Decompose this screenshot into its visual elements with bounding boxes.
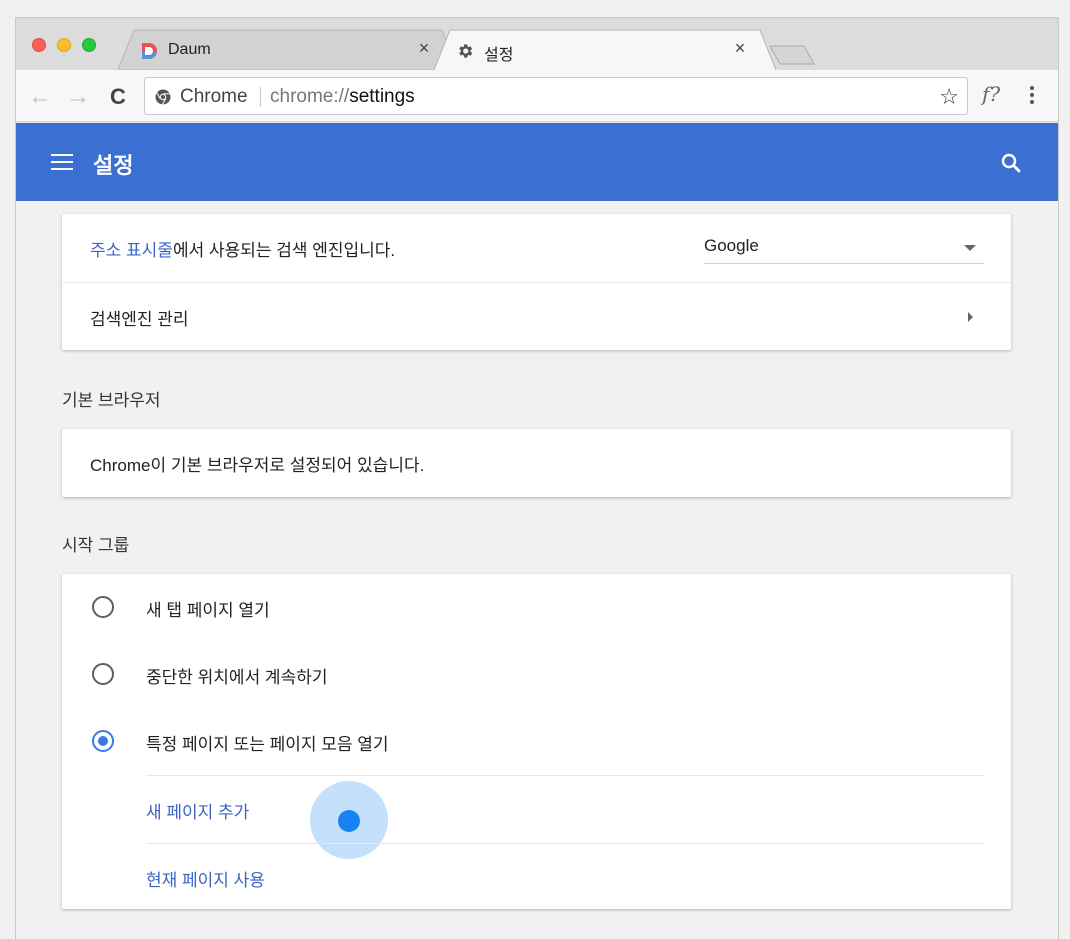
use-current-pages-link[interactable]: 현재 페이지 사용 <box>146 866 265 891</box>
search-engine-description-rest: 에서 사용되는 검색 엔진입니다. <box>172 241 396 260</box>
bookmark-star-icon[interactable]: ☆ <box>939 84 959 110</box>
radio-button[interactable] <box>92 663 114 685</box>
tab-settings[interactable]: 설정 × <box>434 29 776 70</box>
back-button[interactable]: ← <box>27 84 53 110</box>
tab-title: Daum <box>168 41 211 58</box>
new-tab-button[interactable] <box>768 42 816 66</box>
url-text: chrome://settings <box>270 86 415 108</box>
chrome-icon <box>155 89 171 105</box>
startup-option-continue[interactable]: 중단한 위치에서 계속하기 <box>62 641 1011 708</box>
search-engine-row: 주소 표시줄에서 사용되는 검색 엔진입니다. Google <box>62 214 1011 282</box>
page-title: 설정 <box>93 153 134 178</box>
default-browser-row: Chrome이 기본 브라우저로 설정되어 있습니다. <box>62 429 1011 497</box>
manage-search-engines-label: 검색엔진 관리 <box>90 310 189 329</box>
default-browser-card: Chrome이 기본 브라우저로 설정되어 있습니다. <box>62 429 1011 497</box>
tab-close-icon[interactable]: × <box>730 38 750 59</box>
radio-button-checked[interactable] <box>92 730 114 752</box>
click-indicator <box>338 810 360 832</box>
startup-option-new-tab[interactable]: 새 탭 페이지 열기 <box>62 574 1011 641</box>
dropdown-arrow-icon <box>964 245 976 251</box>
tab-title: 설정 <box>484 47 514 64</box>
settings-header: 설정 <box>16 123 1058 201</box>
minimize-window-button[interactable] <box>57 38 71 52</box>
add-new-page-row[interactable]: 새 페이지 추가 <box>146 775 984 859</box>
gear-icon <box>459 44 473 58</box>
radio-button[interactable] <box>92 596 114 618</box>
startup-heading: 시작 그룹 <box>62 536 130 555</box>
omnibox-separator <box>260 87 261 107</box>
address-bar[interactable]: Chrome chrome://settings ☆ <box>144 77 968 115</box>
startup-option-specific-pages[interactable]: 특정 페이지 또는 페이지 모음 열기 <box>62 708 1011 775</box>
radio-label: 새 탭 페이지 열기 <box>146 601 270 620</box>
chevron-right-icon <box>968 312 973 322</box>
address-bar-link[interactable]: 주소 표시줄 <box>90 241 173 260</box>
browser-window: Daum × 설정 × ← → C Chrome chrome://settin… <box>15 17 1059 939</box>
close-window-button[interactable] <box>32 38 46 52</box>
chrome-menu-button[interactable] <box>1026 83 1038 109</box>
daum-favicon-icon <box>142 43 157 59</box>
browser-toolbar: ← → C Chrome chrome://settings ☆ f? <box>16 70 1058 122</box>
url-host: settings <box>349 86 415 107</box>
startup-card: 새 탭 페이지 열기 중단한 위치에서 계속하기 특정 페이지 또는 페이지 모… <box>62 574 1011 909</box>
add-new-page-link[interactable]: 새 페이지 추가 <box>146 798 249 823</box>
default-browser-heading: 기본 브라우저 <box>62 391 161 410</box>
url-scheme: chrome:// <box>270 86 350 107</box>
tab-close-icon[interactable]: × <box>414 38 434 59</box>
default-browser-status: Chrome이 기본 브라우저로 설정되어 있습니다. <box>90 456 425 475</box>
forward-button[interactable]: → <box>65 84 91 110</box>
reload-button[interactable]: C <box>105 84 131 110</box>
tab-strip: Daum × 설정 × <box>16 18 1058 70</box>
search-engine-value: Google <box>704 236 759 255</box>
site-name: Chrome <box>180 86 248 107</box>
menu-icon[interactable] <box>51 154 73 170</box>
search-engine-description: 주소 표시줄에서 사용되는 검색 엔진입니다. <box>90 236 395 261</box>
zoom-window-button[interactable] <box>82 38 96 52</box>
use-current-pages-row[interactable]: 현재 페이지 사용 <box>146 843 984 909</box>
manage-search-engines-row[interactable]: 검색엔진 관리 <box>62 282 1011 350</box>
search-engine-card: 주소 표시줄에서 사용되는 검색 엔진입니다. Google 검색엔진 관리 <box>62 214 1011 350</box>
tab-daum[interactable]: Daum × <box>118 29 458 70</box>
search-engine-select[interactable]: Google <box>704 234 984 264</box>
radio-label: 중단한 위치에서 계속하기 <box>146 668 328 687</box>
radio-label: 특정 페이지 또는 페이지 모음 열기 <box>146 735 389 754</box>
settings-content: 주소 표시줄에서 사용되는 검색 엔진입니다. Google 검색엔진 관리 기… <box>16 201 1058 939</box>
extension-button[interactable]: f? <box>982 82 1000 106</box>
search-icon[interactable] <box>999 151 1023 175</box>
